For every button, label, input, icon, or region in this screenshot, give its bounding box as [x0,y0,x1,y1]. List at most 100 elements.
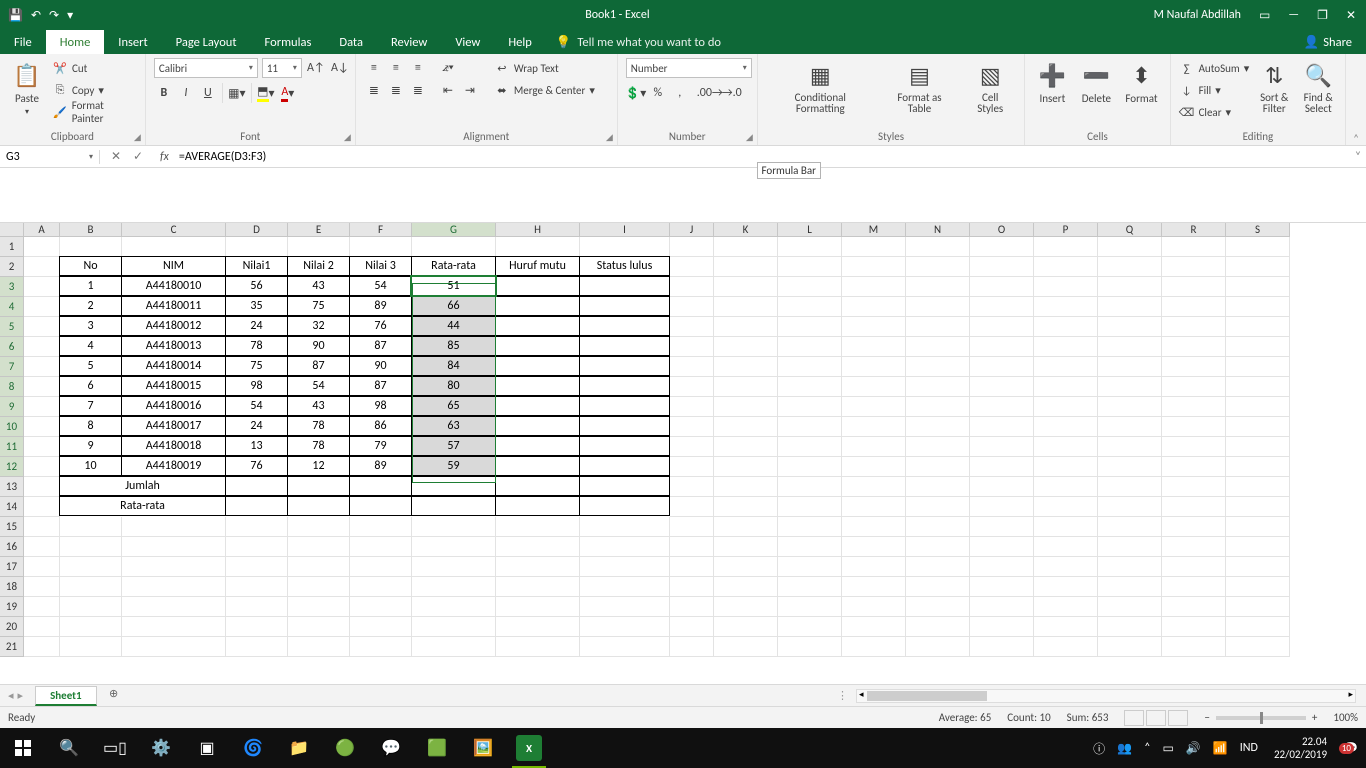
cell-A12[interactable] [24,457,60,477]
cell-E13[interactable] [287,476,350,496]
cell-Q18[interactable] [1098,577,1162,597]
cell-R9[interactable] [1162,397,1226,417]
bold-button[interactable]: B [154,83,174,103]
cell-C16[interactable] [122,537,226,557]
cell-F21[interactable] [350,637,412,657]
font-size-combo[interactable]: 11▾ [262,58,302,78]
cell-K8[interactable] [714,377,778,397]
cell-O6[interactable] [970,337,1034,357]
cell-L1[interactable] [778,237,842,257]
col-header-M[interactable]: M [842,223,906,237]
cell-F2[interactable]: Nilai 3 [349,256,412,276]
cell-B19[interactable] [60,597,122,617]
cell-D1[interactable] [226,237,288,257]
cell-Q21[interactable] [1098,637,1162,657]
cell-O11[interactable] [970,437,1034,457]
cell-A4[interactable] [24,297,60,317]
view-page-break-icon[interactable] [1168,710,1188,726]
tray-help-icon[interactable]: ⓘ [1093,740,1105,757]
insert-cells-button[interactable]: ➕Insert [1033,58,1071,107]
expand-formula-bar-icon[interactable]: ˅ [1350,150,1366,164]
cell-A19[interactable] [24,597,60,617]
cell-S13[interactable] [1226,477,1290,497]
decrease-indent-icon[interactable]: ⇤ [438,80,458,100]
cell-B17[interactable] [60,557,122,577]
cell-S20[interactable] [1226,617,1290,637]
merge-center-button[interactable]: ⬌Merge & Center ▾ [494,80,595,100]
cell-M4[interactable] [842,297,906,317]
cell-K12[interactable] [714,457,778,477]
cell-A7[interactable] [24,357,60,377]
cell-H16[interactable] [496,537,580,557]
zoom-slider[interactable]: − + [1204,711,1317,724]
taskbar-app-excel[interactable]: X [506,728,552,768]
col-header-J[interactable]: J [670,223,714,237]
collapse-ribbon-icon[interactable]: ˄ [1346,54,1366,145]
cell-L7[interactable] [778,357,842,377]
cell-S7[interactable] [1226,357,1290,377]
cell-H6[interactable] [495,336,580,356]
cell-G16[interactable] [412,537,496,557]
cell-N8[interactable] [906,377,970,397]
cell-H19[interactable] [496,597,580,617]
cell-C8[interactable]: A44180015 [121,376,226,396]
cell-A15[interactable] [24,517,60,537]
cell-O13[interactable] [970,477,1034,497]
cell-F9[interactable]: 98 [349,396,412,416]
cell-D11[interactable]: 13 [225,436,288,456]
cell-R5[interactable] [1162,317,1226,337]
cell-O7[interactable] [970,357,1034,377]
col-header-P[interactable]: P [1034,223,1098,237]
cell-M9[interactable] [842,397,906,417]
cell-D16[interactable] [226,537,288,557]
cell-A9[interactable] [24,397,60,417]
tab-file[interactable]: File [0,30,46,54]
cell-A21[interactable] [24,637,60,657]
fx-icon[interactable]: fx [154,150,175,164]
cell-B1[interactable] [60,237,122,257]
horizontal-scrollbar[interactable]: ◂ ▸ [856,689,1356,703]
cell-P10[interactable] [1034,417,1098,437]
cell-M8[interactable] [842,377,906,397]
cell-D21[interactable] [226,637,288,657]
cell-L10[interactable] [778,417,842,437]
cell-J1[interactable] [670,237,714,257]
cell-H17[interactable] [496,557,580,577]
cell-J17[interactable] [670,557,714,577]
cell-L17[interactable] [778,557,842,577]
cell-D19[interactable] [226,597,288,617]
col-header-A[interactable]: A [24,223,60,237]
sheet-tab-sheet1[interactable]: Sheet1 [35,686,97,706]
cell-H13[interactable] [495,476,580,496]
cell-H15[interactable] [496,517,580,537]
fill-button[interactable]: ↓Fill ▾ [1179,80,1250,100]
cell-N19[interactable] [906,597,970,617]
cell-A14[interactable] [24,497,60,517]
cell-M3[interactable] [842,277,906,297]
col-header-I[interactable]: I [580,223,670,237]
cell-I18[interactable] [580,577,670,597]
cell-P20[interactable] [1034,617,1098,637]
cell-E15[interactable] [288,517,350,537]
cell-E19[interactable] [288,597,350,617]
cell-N9[interactable] [906,397,970,417]
cell-C12[interactable]: A44180019 [121,456,226,476]
cell-L20[interactable] [778,617,842,637]
row-header-3[interactable]: 3 [0,277,24,297]
tray-clock[interactable]: 22.04 22/02/2019 [1270,735,1331,761]
cell-S4[interactable] [1226,297,1290,317]
view-page-layout-icon[interactable] [1146,710,1166,726]
cell-G18[interactable] [412,577,496,597]
cell-H5[interactable] [495,316,580,336]
cell-P4[interactable] [1034,297,1098,317]
cell-N6[interactable] [906,337,970,357]
cell-S12[interactable] [1226,457,1290,477]
cell-A3[interactable] [24,277,60,297]
cell-A8[interactable] [24,377,60,397]
cell-R2[interactable] [1162,257,1226,277]
cell-I6[interactable] [579,336,670,356]
cell-O10[interactable] [970,417,1034,437]
col-header-N[interactable]: N [906,223,970,237]
cell-K13[interactable] [714,477,778,497]
cell-I19[interactable] [580,597,670,617]
